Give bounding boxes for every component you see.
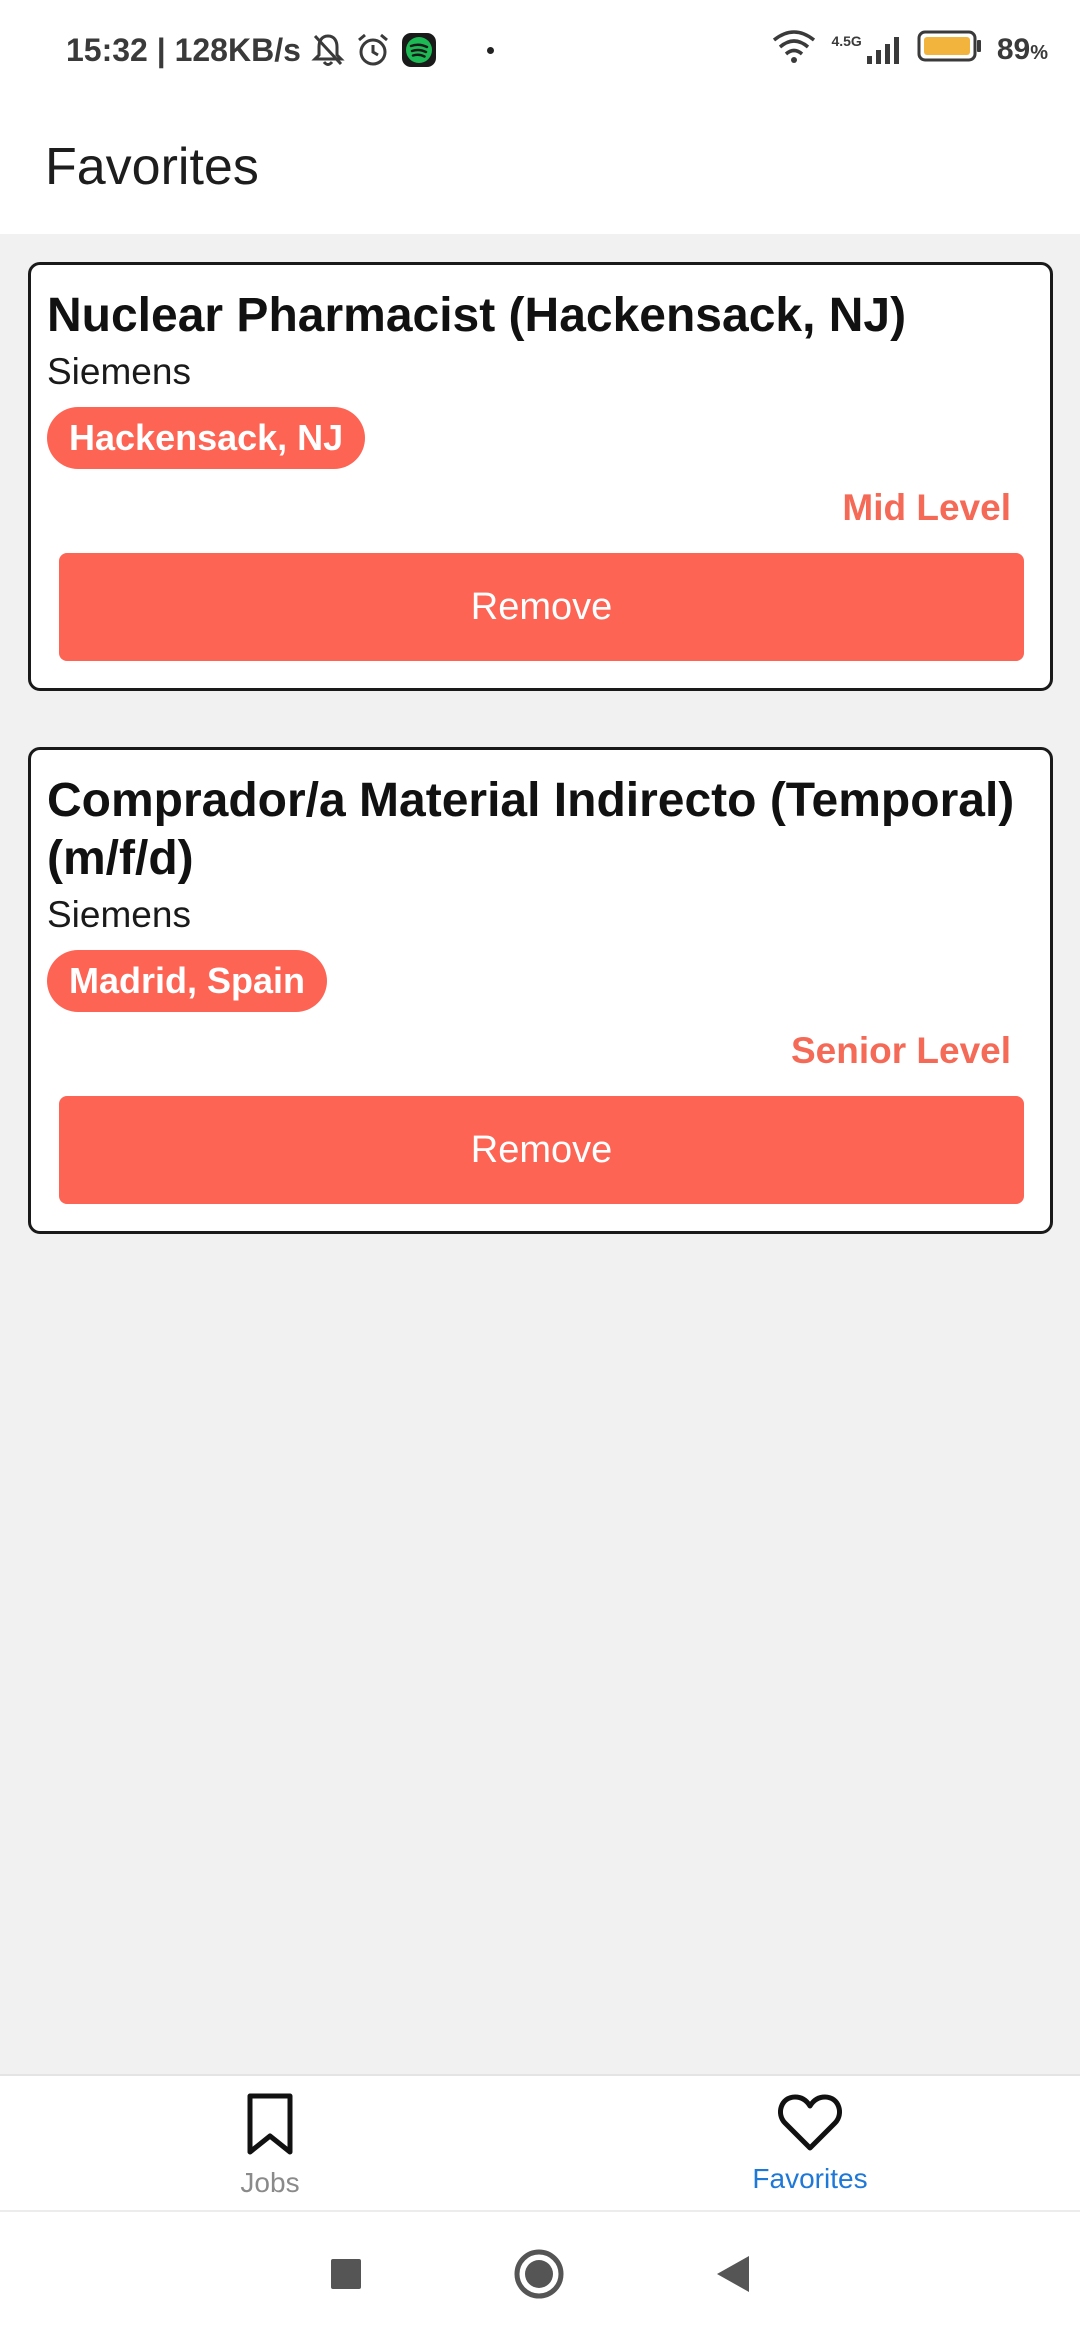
- nav-jobs-label: Jobs: [240, 2167, 300, 2198]
- status-bar: 15:32 | 128KB/s 4.5G 89%: [0, 0, 1080, 100]
- status-right: 4.5G 89%: [771, 28, 1048, 72]
- job-company: Siemens: [47, 351, 191, 392]
- job-title: Nuclear Pharmacist (Hackensack, NJ): [47, 289, 907, 342]
- battery-level: 89%: [997, 33, 1048, 67]
- nav-favorites[interactable]: Favorites: [540, 2076, 1080, 2210]
- job-company: Siemens: [47, 894, 191, 935]
- job-level: Senior Level: [790, 1030, 1011, 1071]
- nav-favorites-label: Favorites: [752, 2163, 868, 2194]
- signal-icon: 4.5G: [831, 34, 902, 66]
- status-left: 15:32 | 128KB/s: [66, 32, 494, 69]
- location-badge: Madrid, Spain: [47, 950, 328, 1012]
- page-title: Favorites: [45, 138, 259, 196]
- notification-dot: [486, 46, 494, 54]
- remove-button[interactable]: Remove: [59, 1096, 1024, 1204]
- heart-icon: [777, 2092, 843, 2157]
- bookmark-icon: [244, 2092, 296, 2161]
- triangle-back-icon[interactable]: [715, 2254, 751, 2299]
- job-card[interactable]: Nuclear Pharmacist (Hackensack, NJ) Siem…: [28, 262, 1053, 691]
- job-level: Mid Level: [842, 487, 1011, 528]
- battery-icon: [917, 29, 983, 71]
- square-recents-icon[interactable]: [329, 2257, 363, 2296]
- remove-button[interactable]: Remove: [59, 553, 1024, 661]
- system-nav-bar: [0, 2210, 1080, 2340]
- battery-percentage: 89: [996, 33, 1031, 66]
- bell-off-icon: [311, 32, 345, 68]
- job-card[interactable]: Comprador/a Material Indirecto (Temporal…: [28, 747, 1053, 1234]
- bottom-nav: Jobs Favorites: [0, 2074, 1080, 2210]
- circle-home-icon[interactable]: [513, 2248, 565, 2305]
- battery-unit: %: [1030, 42, 1048, 64]
- favorites-list: Nuclear Pharmacist (Hackensack, NJ) Siem…: [28, 262, 1053, 1290]
- spotify-icon: [401, 32, 437, 68]
- app-header: Favorites: [0, 100, 1080, 234]
- job-title: Comprador/a Material Indirecto (Temporal…: [47, 774, 1015, 885]
- location-badge: Hackensack, NJ: [47, 407, 366, 469]
- nav-jobs[interactable]: Jobs: [0, 2076, 540, 2210]
- alarm-icon: [355, 32, 391, 68]
- wifi-icon: [771, 28, 817, 72]
- network-type: 4.5G: [831, 33, 862, 49]
- screen: 15:32 | 128KB/s 4.5G 89% Favorites Nucle…: [0, 0, 1080, 2340]
- status-time-speed: 15:32 | 128KB/s: [66, 31, 301, 68]
